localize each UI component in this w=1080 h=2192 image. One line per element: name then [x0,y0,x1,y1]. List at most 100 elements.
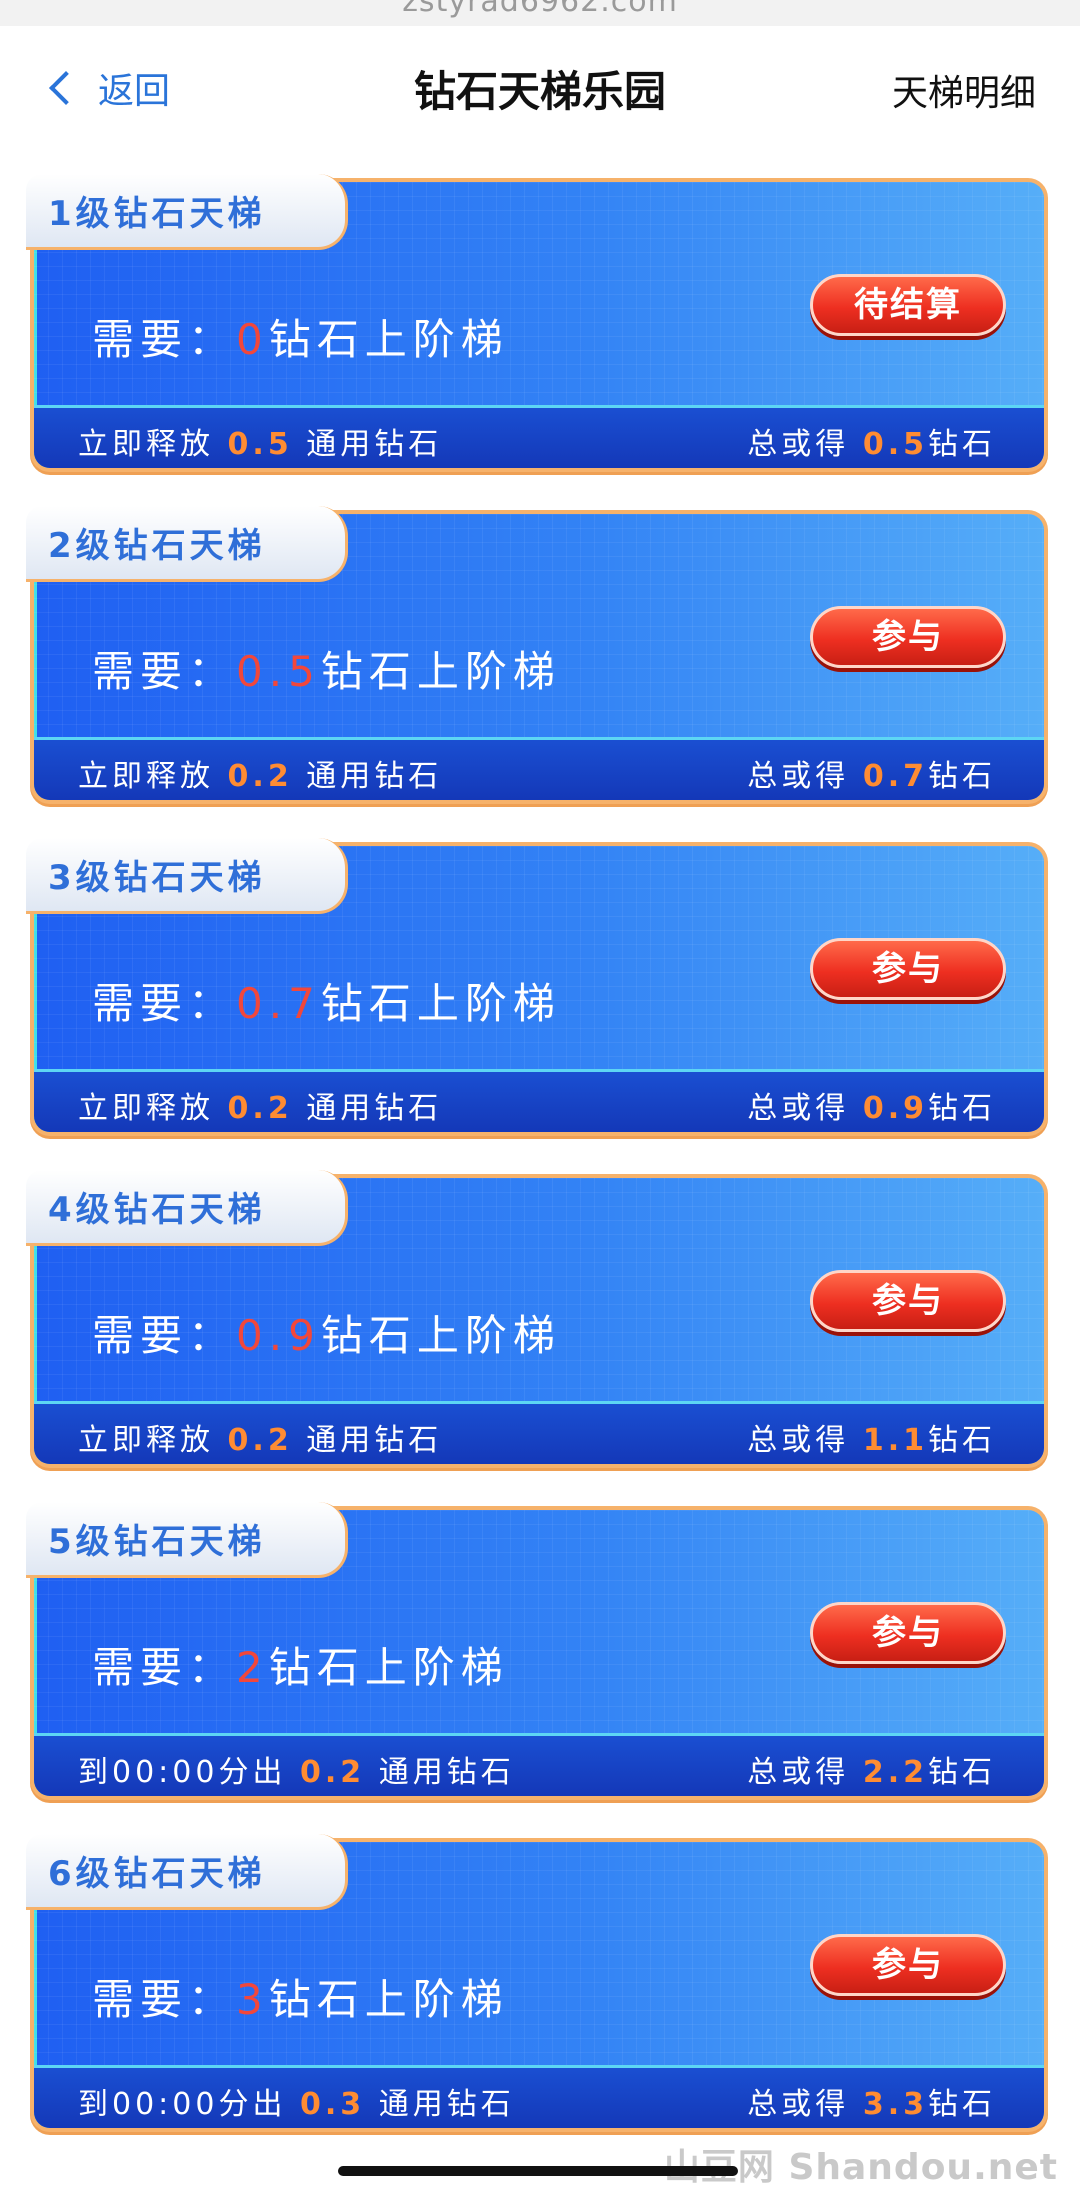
level-title: 2级钻石天梯 [48,526,266,566]
total-info: 总或得 3.3钻石 [747,2079,996,2123]
join-button[interactable]: 参与 [810,938,1006,1000]
total-suffix: 钻石 [928,1091,996,1126]
release-prefix: 立即释放 [78,759,214,794]
requirement-text: 需要：3钻石上阶梯 [92,1966,509,2027]
ladder-card: 需要：3钻石上阶梯 参与到00:00分出 0.3 通用钻石 总或得 3.3钻石 6级钻… [26,1834,1048,2132]
ladder-card: 需要：0.9钻石上阶梯 参与立即释放 0.2 通用钻石 总或得 1.1钻石 4级钻石天… [26,1170,1048,1468]
level-tag: 1级钻石天梯 [26,174,348,250]
need-value: 0.7 [236,979,321,1028]
level-tag: 3级钻石天梯 [26,838,348,914]
reward-bar: 立即释放 0.5 通用钻石 总或得 0.5钻石 [34,405,1044,468]
url-text: zstyrad6962.com [402,0,678,19]
need-prefix: 需要： [92,647,237,696]
release-value: 0.2 [300,1755,366,1790]
level-title: 4级钻石天梯 [48,1190,266,1230]
home-indicator[interactable] [338,2166,738,2176]
need-value: 0.9 [236,1311,321,1360]
requirement-text: 需要：0钻石上阶梯 [92,306,509,367]
total-suffix: 钻石 [928,1755,996,1790]
need-suffix: 钻石上阶梯 [268,1975,509,2024]
total-value: 0.5 [862,427,928,462]
browser-url-bar: zstyrad6962.com [0,0,1080,26]
reward-bar: 立即释放 0.2 通用钻石 总或得 1.1钻石 [34,1401,1044,1464]
need-value: 0.5 [236,647,321,696]
release-suffix: 通用钻石 [306,427,443,462]
ladder-card: 需要：2钻石上阶梯 参与到00:00分出 0.2 通用钻石 总或得 2.2钻石 5级钻… [26,1502,1048,1800]
release-value: 0.5 [227,427,293,462]
reward-bar: 立即释放 0.2 通用钻石 总或得 0.9钻石 [34,1069,1044,1132]
total-suffix: 钻石 [928,759,996,794]
release-value: 0.3 [300,2087,366,2122]
release-value: 0.2 [227,759,293,794]
need-prefix: 需要： [92,1643,237,1692]
need-value: 3 [236,1975,269,2024]
requirement-text: 需要：2钻石上阶梯 [92,1634,509,1695]
total-value: 2.2 [862,1755,928,1790]
requirement-text: 需要：0.5钻石上阶梯 [92,638,561,699]
release-info: 到00:00分出 0.2 通用钻石 [78,1747,515,1791]
total-prefix: 总或得 [747,427,850,462]
total-suffix: 钻石 [928,1423,996,1458]
total-info: 总或得 0.9钻石 [747,1083,996,1127]
join-button[interactable]: 待结算 [810,274,1006,336]
ladder-detail-link[interactable]: 天梯明细 [892,64,1036,116]
join-button[interactable]: 参与 [810,1602,1006,1664]
total-info: 总或得 1.1钻石 [747,1415,996,1459]
level-title: 5级钻石天梯 [48,1522,266,1562]
release-value: 0.2 [227,1091,293,1126]
need-value: 2 [236,1643,269,1692]
level-tag: 6级钻石天梯 [26,1834,348,1910]
release-suffix: 通用钻石 [306,1423,443,1458]
requirement-text: 需要：0.9钻石上阶梯 [92,1302,561,1363]
reward-bar: 立即释放 0.2 通用钻石 总或得 0.7钻石 [34,737,1044,800]
level-tag: 2级钻石天梯 [26,506,348,582]
need-suffix: 钻石上阶梯 [268,315,509,364]
release-suffix: 通用钻石 [306,759,443,794]
need-suffix: 钻石上阶梯 [268,1643,509,1692]
release-info: 到00:00分出 0.3 通用钻石 [78,2079,515,2123]
need-prefix: 需要： [92,979,237,1028]
release-value: 0.2 [227,1423,293,1458]
reward-bar: 到00:00分出 0.3 通用钻石 总或得 3.3钻石 [34,2065,1044,2128]
ladder-card: 需要：0.5钻石上阶梯 参与立即释放 0.2 通用钻石 总或得 0.7钻石 2级钻石天… [26,506,1048,804]
level-tag: 4级钻石天梯 [26,1170,348,1246]
total-prefix: 总或得 [747,2087,850,2122]
need-prefix: 需要： [92,1311,237,1360]
release-info: 立即释放 0.5 通用钻石 [78,419,442,463]
total-value: 0.7 [862,759,928,794]
level-title: 3级钻石天梯 [48,858,266,898]
join-button[interactable]: 参与 [810,1934,1006,1996]
join-button[interactable]: 参与 [810,1270,1006,1332]
need-suffix: 钻石上阶梯 [320,979,561,1028]
total-value: 3.3 [862,2087,928,2122]
total-info: 总或得 0.5钻石 [747,419,996,463]
total-prefix: 总或得 [747,1423,850,1458]
release-prefix: 立即释放 [78,1091,214,1126]
level-tag: 5级钻石天梯 [26,1502,348,1578]
total-info: 总或得 2.2钻石 [747,1747,996,1791]
join-button[interactable]: 参与 [810,606,1006,668]
page-header: 返回 钻石天梯乐园 天梯明细 [0,26,1080,148]
total-suffix: 钻石 [928,427,996,462]
release-suffix: 通用钻石 [378,1755,515,1790]
total-info: 总或得 0.7钻石 [747,751,996,795]
need-prefix: 需要： [92,315,237,364]
release-prefix: 到00:00分出 [78,2087,287,2122]
release-suffix: 通用钻石 [378,2087,515,2122]
need-suffix: 钻石上阶梯 [320,647,561,696]
level-title: 1级钻石天梯 [48,194,266,234]
release-prefix: 立即释放 [78,1423,214,1458]
need-value: 0 [236,315,269,364]
total-value: 0.9 [862,1091,928,1126]
total-prefix: 总或得 [747,759,850,794]
ladder-card: 需要：0钻石上阶梯 待结算 立即释放 0.5 通用钻石 总或得 0.5钻石 1级钻石天梯 [26,174,1048,472]
ladder-card: 需要：0.7钻石上阶梯 参与立即释放 0.2 通用钻石 总或得 0.9钻石 3级钻石天… [26,838,1048,1136]
total-prefix: 总或得 [747,1755,850,1790]
need-suffix: 钻石上阶梯 [320,1311,561,1360]
total-value: 1.1 [862,1423,928,1458]
requirement-text: 需要：0.7钻石上阶梯 [92,970,561,1031]
release-prefix: 到00:00分出 [78,1755,287,1790]
level-title: 6级钻石天梯 [48,1854,266,1894]
watermark: 山豆网 Shandou.net [663,2147,1058,2188]
release-suffix: 通用钻石 [306,1091,443,1126]
